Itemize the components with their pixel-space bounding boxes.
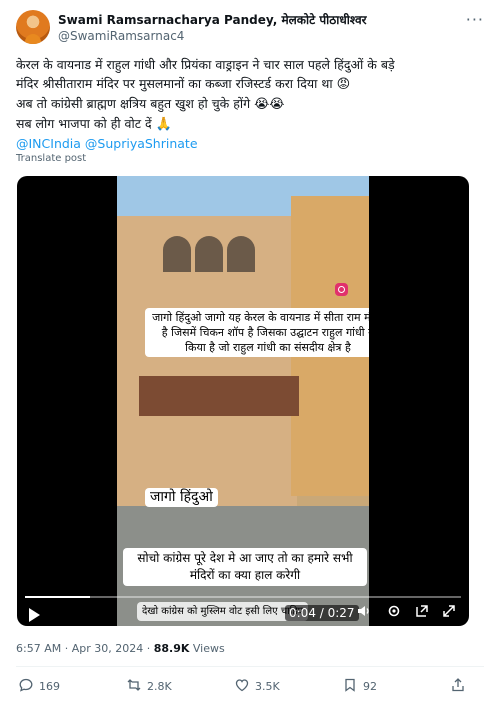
play-icon[interactable] (29, 608, 40, 622)
share-icon (450, 677, 466, 696)
heart-icon (234, 677, 250, 696)
tweet-timestamp[interactable]: 6:57 AM · Apr 30, 2024 · (16, 642, 154, 655)
popout-icon[interactable] (415, 604, 429, 622)
tweet-actions: 169 2.8K 3.5K 92 (16, 677, 484, 699)
fullscreen-icon[interactable] (442, 604, 456, 622)
tweet-line-2: मंदिर श्रीसीताराम मंदिर पर मुसलमानों का … (16, 74, 486, 94)
bookmark-icon (342, 677, 358, 696)
repost-icon (126, 677, 142, 696)
tweet-header: Swami Ramsarnacharya Pandey, मेलकोटे पीठ… (16, 10, 488, 50)
repost-button[interactable]: 2.8K (126, 677, 172, 696)
crying-emoji-icon: 😭😭 (254, 97, 285, 112)
repost-count: 2.8K (147, 680, 172, 693)
like-count: 3.5K (255, 680, 280, 693)
temple-arch (163, 236, 191, 272)
angry-emoji-icon: 😡 (336, 77, 351, 92)
video-caption-main: जागो हिंदुओ जागो यह केरल के वायनाड में स… (145, 308, 369, 357)
instagram-icon (335, 283, 348, 296)
tweet-line-3: अब तो कांग्रेसी ब्राह्मण क्षत्रिय बहुत ख… (16, 94, 486, 114)
tweet-meta: 6:57 AM · Apr 30, 2024 · 88.9K Views (16, 642, 225, 655)
temple-building (117, 216, 297, 516)
author-name[interactable]: Swami Ramsarnacharya Pandey, मेलकोटे पीठ… (58, 11, 367, 28)
like-button[interactable]: 3.5K (234, 677, 280, 696)
folded-hands-emoji-icon: 🙏 (155, 117, 172, 132)
volume-icon[interactable] (357, 604, 371, 622)
tweet-line-4-text: सब लोग भाजपा को ही वोट दें (16, 116, 152, 131)
reply-button[interactable]: 169 (18, 677, 60, 696)
mention-links[interactable]: @INCIndia @SupriyaShrinate (16, 134, 486, 153)
bookmark-button[interactable]: 92 (342, 677, 377, 696)
bookmark-count: 92 (363, 680, 377, 693)
tweet-text: केरल के वायनाड में राहुल गांधी और प्रियं… (16, 55, 486, 153)
reply-count: 169 (39, 680, 60, 693)
shop-awning (139, 376, 299, 416)
temple-arch (227, 236, 255, 272)
video-frame: जागो हिंदुओ जागो यह केरल के वायनाड में स… (117, 176, 369, 626)
views-count: 88.9K (153, 642, 190, 655)
video-progress-bar[interactable] (25, 596, 461, 598)
translate-post-link[interactable]: Translate post (16, 153, 86, 164)
share-button[interactable] (450, 677, 466, 696)
divider (16, 666, 484, 667)
settings-icon[interactable] (387, 604, 401, 622)
video-time: 0:04 / 0:27 (285, 605, 359, 621)
video-caption-wake-up: जागो हिंदुओ (145, 488, 218, 507)
video-controls: 0:04 / 0:27 (17, 586, 469, 626)
tweet-line-3-text: अब तो कांग्रेसी ब्राह्मण क्षत्रिय बहुत ख… (16, 96, 251, 111)
tweet-line-1: केरल के वायनाड में राहुल गांधी और प्रियं… (16, 57, 395, 72)
video-caption-think: सोचो कांग्रेस पूरे देश मे आ जाए तो का हम… (123, 548, 367, 586)
views-label: Views (189, 642, 225, 655)
tweet-line-4: सब लोग भाजपा को ही वोट दें 🙏 (16, 114, 486, 134)
avatar[interactable] (16, 10, 50, 44)
temple-arch (195, 236, 223, 272)
more-options-icon[interactable]: ··· (466, 10, 484, 29)
video-player[interactable]: जागो हिंदुओ जागो यह केरल के वायनाड में स… (17, 176, 469, 626)
tweet-line-2-text: मंदिर श्रीसीताराम मंदिर पर मुसलमानों का … (16, 76, 333, 91)
video-progress-fill (25, 596, 90, 598)
author-handle[interactable]: @SwamiRamsarnac4 (58, 29, 184, 43)
reply-icon (18, 677, 34, 696)
